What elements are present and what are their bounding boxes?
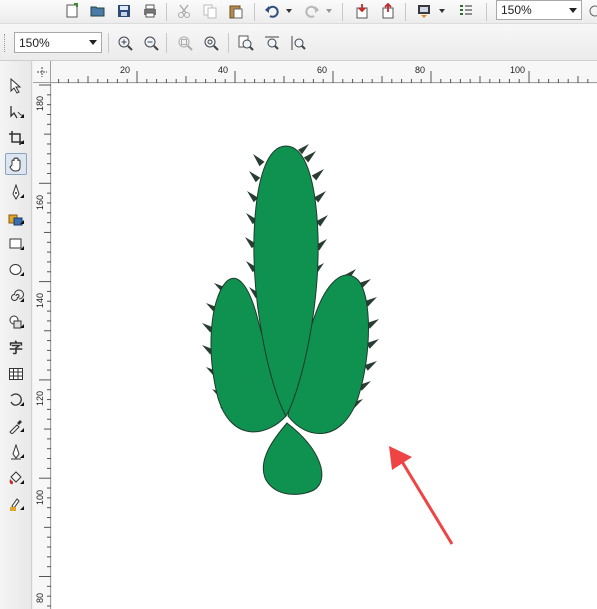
ruler-label-140: 140 bbox=[35, 292, 45, 308]
eyedropper-tool-icon[interactable] bbox=[5, 415, 27, 437]
chevron-down-icon bbox=[89, 40, 97, 45]
smart-fill-tool-icon[interactable] bbox=[5, 207, 27, 229]
zoom-level-combo[interactable]: 150% bbox=[496, 0, 582, 20]
shape-tool-icon[interactable] bbox=[5, 101, 27, 123]
zoom-to-page-height-icon[interactable] bbox=[288, 33, 308, 53]
ruler-label-120: 120 bbox=[35, 390, 45, 406]
ruler-label-60: 60 bbox=[317, 65, 328, 75]
rectangle-tool-icon[interactable] bbox=[5, 233, 27, 255]
cactus-spike bbox=[311, 169, 324, 181]
interactive-fill-tool-icon[interactable] bbox=[5, 493, 27, 515]
zoom-level-combo-2[interactable]: 150% bbox=[14, 32, 102, 53]
redo-dropdown-icon[interactable] bbox=[323, 1, 335, 21]
paste-icon[interactable] bbox=[226, 1, 246, 21]
ruler-label-160: 160 bbox=[35, 194, 45, 210]
separator bbox=[228, 33, 229, 53]
ruler-label-180: 180 bbox=[35, 95, 45, 111]
ruler-label-80: 80 bbox=[35, 592, 45, 603]
separator bbox=[166, 3, 167, 21]
redo-icon[interactable] bbox=[302, 1, 322, 21]
table-tool-icon[interactable] bbox=[5, 363, 27, 385]
zoom-out-icon[interactable] bbox=[141, 33, 161, 53]
ruler-label-80: 80 bbox=[415, 65, 426, 75]
zoom-to-fit-icon[interactable] bbox=[201, 33, 221, 53]
cactus-spike bbox=[253, 154, 265, 167]
options-icon[interactable] bbox=[587, 1, 597, 21]
ellipse-tool-icon[interactable] bbox=[5, 259, 27, 281]
zoom-property-bar: 150% bbox=[0, 24, 597, 61]
cactus-spike bbox=[249, 171, 261, 183]
pick-tool-icon[interactable] bbox=[5, 75, 27, 97]
separator bbox=[166, 33, 167, 53]
zoom-level-value: 150% bbox=[501, 3, 532, 17]
grip-handle[interactable] bbox=[4, 34, 7, 52]
publish-icon[interactable] bbox=[414, 1, 434, 21]
application-launcher-icon[interactable] bbox=[456, 1, 476, 21]
separator bbox=[342, 3, 343, 21]
export-icon[interactable] bbox=[378, 1, 398, 21]
zoom-to-selected-icon[interactable] bbox=[175, 33, 195, 53]
toolbox: 字 bbox=[0, 61, 32, 609]
open-folder-icon[interactable] bbox=[88, 1, 108, 21]
ruler-origin-corner[interactable] bbox=[33, 61, 51, 83]
ruler-label-20: 20 bbox=[120, 65, 131, 75]
undo-icon[interactable] bbox=[262, 1, 282, 21]
undo-dropdown-icon[interactable] bbox=[283, 1, 295, 21]
separator bbox=[405, 3, 406, 21]
crop-tool-icon[interactable] bbox=[5, 127, 27, 149]
pointer-arrow bbox=[389, 446, 454, 545]
text-tool-icon[interactable]: 字 bbox=[5, 337, 27, 359]
zoom-in-icon[interactable] bbox=[115, 33, 135, 53]
basic-shapes-tool-icon[interactable] bbox=[5, 311, 27, 333]
zoom-to-page-width-icon[interactable] bbox=[262, 33, 282, 53]
fill-tool-icon[interactable] bbox=[5, 467, 27, 489]
standard-toolbar: 150% bbox=[0, 0, 597, 24]
horizontal-ruler[interactable]: 20 40 60 80 100 bbox=[33, 61, 597, 83]
outline-tool-icon[interactable] bbox=[5, 441, 27, 463]
cactus-base-pot bbox=[262, 422, 323, 495]
separator bbox=[486, 3, 487, 21]
vertical-ruler[interactable]: 180 160 140 120 100 80 bbox=[33, 83, 51, 609]
spiral-tool-icon[interactable] bbox=[5, 285, 27, 307]
freehand-tool-icon[interactable] bbox=[5, 181, 27, 203]
save-icon[interactable] bbox=[114, 1, 134, 21]
ruler-label-100: 100 bbox=[510, 65, 526, 75]
ruler-label-40: 40 bbox=[218, 65, 229, 75]
separator bbox=[108, 33, 109, 53]
text-tool-glyph: 字 bbox=[9, 341, 23, 357]
blend-tool-icon[interactable] bbox=[5, 389, 27, 411]
print-icon[interactable] bbox=[140, 1, 160, 21]
vertical-ruler-ticks bbox=[39, 84, 51, 607]
cactus-spike bbox=[303, 151, 316, 163]
zoom-to-page-icon[interactable] bbox=[236, 33, 256, 53]
cut-icon[interactable] bbox=[174, 1, 194, 21]
zoom-level-value-2: 150% bbox=[19, 35, 50, 50]
cactus-drawing bbox=[202, 144, 454, 545]
pan-tool-icon[interactable] bbox=[5, 153, 27, 175]
ruler-label-100: 100 bbox=[35, 489, 45, 505]
import-icon[interactable] bbox=[352, 1, 372, 21]
separator bbox=[254, 3, 255, 21]
new-document-icon[interactable] bbox=[62, 1, 82, 21]
chevron-down-icon bbox=[569, 8, 577, 13]
copy-icon[interactable] bbox=[200, 1, 220, 21]
publish-dropdown-icon[interactable] bbox=[436, 1, 448, 21]
drawing-canvas[interactable] bbox=[52, 84, 597, 609]
